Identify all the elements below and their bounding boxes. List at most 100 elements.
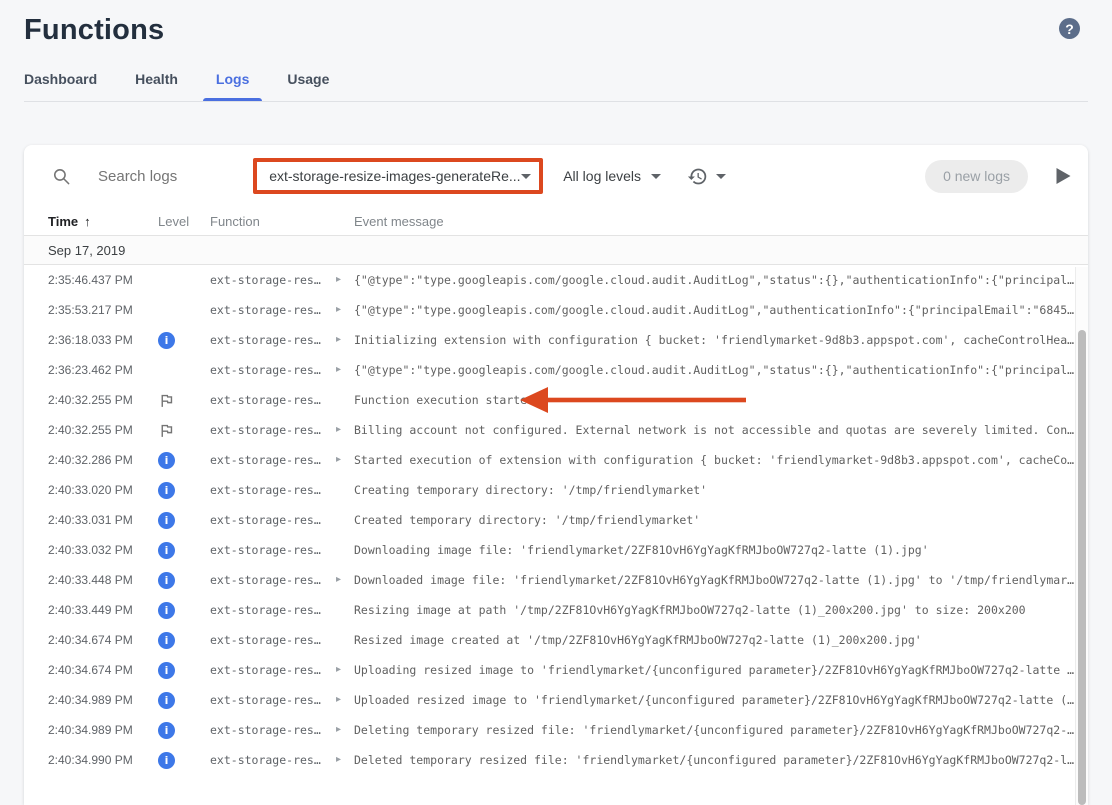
search-input[interactable]: Search logs bbox=[98, 168, 177, 185]
expand-icon[interactable]: ▸ bbox=[336, 695, 354, 705]
log-row[interactable]: 2:40:33.032 PMiext-storage-res…Downloadi… bbox=[24, 535, 1088, 565]
vertical-scrollbar-thumb[interactable] bbox=[1078, 330, 1086, 805]
info-icon: i bbox=[158, 452, 175, 469]
log-event-message: Started execution of extension with conf… bbox=[354, 453, 1088, 467]
log-row[interactable]: 2:40:32.255 PMext-storage-res…Function e… bbox=[24, 385, 1088, 415]
log-time: 2:40:33.032 PM bbox=[48, 543, 158, 557]
chevron-down-icon bbox=[716, 174, 726, 179]
log-time: 2:40:34.990 PM bbox=[48, 753, 158, 767]
play-icon[interactable] bbox=[1056, 168, 1071, 184]
info-icon: i bbox=[158, 632, 175, 649]
help-button[interactable]: ? bbox=[1059, 18, 1080, 39]
vertical-scrollbar-track[interactable] bbox=[1075, 267, 1088, 805]
log-level-cell: i bbox=[158, 482, 210, 499]
tab-health[interactable]: Health bbox=[135, 71, 178, 101]
log-level-value: All log levels bbox=[563, 168, 641, 184]
log-level-cell bbox=[158, 392, 210, 409]
log-event-message: Deleting temporary resized file: 'friend… bbox=[354, 723, 1088, 737]
tab-logs[interactable]: Logs bbox=[216, 71, 249, 101]
log-row[interactable]: 2:40:34.674 PMiext-storage-res…Resized i… bbox=[24, 625, 1088, 655]
date-group-row: Sep 17, 2019 bbox=[24, 236, 1088, 265]
expand-icon[interactable]: ▸ bbox=[336, 425, 354, 435]
function-filter-dropdown[interactable]: ext-storage-resize-images-generateRe... bbox=[253, 158, 543, 194]
log-time: 2:40:34.674 PM bbox=[48, 663, 158, 677]
log-row[interactable]: 2:36:23.462 PMext-storage-res…▸{"@type":… bbox=[24, 355, 1088, 385]
expand-icon[interactable]: ▸ bbox=[336, 305, 354, 315]
log-event-message: Initializing extension with configuratio… bbox=[354, 333, 1088, 347]
sort-ascending-icon: ↑ bbox=[84, 214, 91, 229]
log-row[interactable]: 2:40:33.020 PMiext-storage-res…Creating … bbox=[24, 475, 1088, 505]
info-icon: i bbox=[158, 572, 175, 589]
log-function-name: ext-storage-res… bbox=[210, 663, 336, 677]
log-time: 2:40:32.255 PM bbox=[48, 423, 158, 437]
log-event-message: Function execution started bbox=[354, 393, 1088, 407]
log-level-cell: i bbox=[158, 452, 210, 469]
time-range-dropdown[interactable] bbox=[687, 166, 726, 187]
log-time: 2:40:33.031 PM bbox=[48, 513, 158, 527]
log-level-cell: i bbox=[158, 662, 210, 679]
log-event-message: Creating temporary directory: '/tmp/frie… bbox=[354, 483, 1088, 497]
log-event-message: {"@type":"type.googleapis.com/google.clo… bbox=[354, 273, 1088, 287]
log-event-message: Uploading resized image to 'friendlymark… bbox=[354, 663, 1088, 677]
log-event-message: {"@type":"type.googleapis.com/google.clo… bbox=[354, 363, 1088, 377]
log-event-message: Resized image created at '/tmp/2ZF81OvH6… bbox=[354, 633, 1088, 647]
log-function-name: ext-storage-res… bbox=[210, 693, 336, 707]
log-time: 2:40:34.989 PM bbox=[48, 723, 158, 737]
expand-icon[interactable]: ▸ bbox=[336, 755, 354, 765]
info-icon: i bbox=[158, 332, 175, 349]
info-icon: i bbox=[158, 752, 175, 769]
log-level-cell: i bbox=[158, 752, 210, 769]
log-function-name: ext-storage-res… bbox=[210, 723, 336, 737]
expand-icon[interactable]: ▸ bbox=[336, 335, 354, 345]
tab-bar: Dashboard Health Logs Usage bbox=[24, 71, 1088, 102]
expand-icon[interactable]: ▸ bbox=[336, 275, 354, 285]
log-row[interactable]: 2:36:18.033 PMi ext-storage-res…▸Initiali… bbox=[24, 325, 1088, 355]
column-header-time[interactable]: Time ↑ bbox=[48, 214, 158, 229]
question-mark-icon: ? bbox=[1065, 21, 1074, 37]
log-row[interactable]: 2:40:32.286 PMiext-storage-res…▸Started … bbox=[24, 445, 1088, 475]
log-time: 2:40:32.255 PM bbox=[48, 393, 158, 407]
expand-icon[interactable]: ▸ bbox=[336, 725, 354, 735]
log-row[interactable]: 2:40:34.989 PMiext-storage-res…▸Deleting… bbox=[24, 715, 1088, 745]
info-icon: i bbox=[158, 692, 175, 709]
info-icon: i bbox=[158, 542, 175, 559]
tab-dashboard[interactable]: Dashboard bbox=[24, 71, 97, 101]
log-row[interactable]: 2:35:46.437 PM ext-storage-res…▸{"@type":… bbox=[24, 265, 1088, 295]
log-row[interactable]: 2:40:34.674 PMiext-storage-res…▸Uploadin… bbox=[24, 655, 1088, 685]
log-row[interactable]: 2:40:33.031 PMiext-storage-res…Created t… bbox=[24, 505, 1088, 535]
log-function-name: ext-storage-res… bbox=[210, 513, 336, 527]
log-row[interactable]: 2:35:53.217 PMext-storage-res…▸{"@type":… bbox=[24, 295, 1088, 325]
info-icon: i bbox=[158, 602, 175, 619]
log-level-cell: i bbox=[158, 332, 210, 349]
logs-toolbar: Search logs ext-storage-resize-images-ge… bbox=[24, 145, 1088, 207]
logs-card: Search logs ext-storage-resize-images-ge… bbox=[24, 145, 1088, 805]
log-level-dropdown[interactable]: All log levels bbox=[563, 168, 661, 184]
function-filter-value: ext-storage-resize-images-generateRe... bbox=[269, 168, 520, 184]
log-function-name: ext-storage-res… bbox=[210, 303, 336, 317]
expand-icon[interactable]: ▸ bbox=[336, 575, 354, 585]
log-event-message: Created temporary directory: '/tmp/frien… bbox=[354, 513, 1088, 527]
log-row[interactable]: 2:40:34.989 PMiext-storage-res…▸Uploaded… bbox=[24, 685, 1088, 715]
log-row[interactable]: 2:40:33.449 PMiext-storage-res…Resizing … bbox=[24, 595, 1088, 625]
log-function-name: ext-storage-res… bbox=[210, 273, 336, 287]
column-header-function: Function bbox=[210, 214, 336, 229]
page-header: Functions bbox=[0, 0, 1112, 47]
log-function-name: ext-storage-res… bbox=[210, 333, 336, 347]
expand-icon[interactable]: ▸ bbox=[336, 455, 354, 465]
log-row[interactable]: 2:40:32.255 PMext-storage-res…▸Billing a… bbox=[24, 415, 1088, 445]
tab-usage[interactable]: Usage bbox=[287, 71, 329, 101]
log-function-name: ext-storage-res… bbox=[210, 633, 336, 647]
column-header-event-message: Event message bbox=[354, 214, 1088, 229]
log-rows: 2:35:46.437 PMext-storage-res…▸{"@type":… bbox=[24, 265, 1088, 775]
log-time: 2:35:46.437 PM bbox=[48, 273, 158, 287]
new-logs-button[interactable]: 0 new logs bbox=[925, 160, 1028, 193]
flag-icon bbox=[158, 392, 175, 409]
log-function-name: ext-storage-res… bbox=[210, 423, 336, 437]
log-row[interactable]: 2:40:33.448 PMiext-storage-res…▸Download… bbox=[24, 565, 1088, 595]
log-row[interactable]: 2:40:34.990 PMiext-storage-res…▸Deleted … bbox=[24, 745, 1088, 775]
log-time: 2:36:18.033 PM bbox=[48, 333, 158, 347]
expand-icon[interactable]: ▸ bbox=[336, 665, 354, 675]
expand-icon[interactable]: ▸ bbox=[336, 365, 354, 375]
info-icon: i bbox=[158, 482, 175, 499]
log-time: 2:40:33.020 PM bbox=[48, 483, 158, 497]
